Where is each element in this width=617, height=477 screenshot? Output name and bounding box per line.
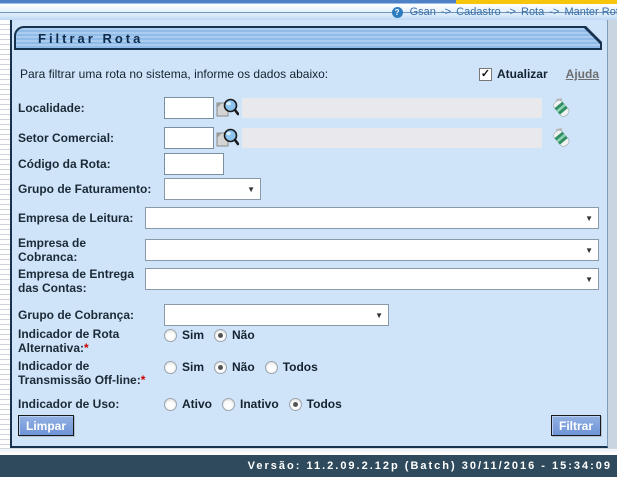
- rota-alternativa-radio-group: Sim Não: [164, 328, 255, 342]
- breadcrumb-separator: ->: [439, 6, 453, 18]
- breadcrumb-link-gsan[interactable]: Gsan: [410, 6, 436, 18]
- row-grupo-faturamento: Grupo de Faturamento: ▼: [12, 178, 607, 200]
- radio-icon[interactable]: [222, 398, 235, 411]
- grupo-faturamento-select[interactable]: ▼: [164, 178, 261, 200]
- row-localidade: Localidade:: [12, 96, 607, 120]
- row-indicador-uso: Indicador de Uso: Ativo Inativo Todos: [12, 393, 607, 415]
- rota-alternativa-option-sim[interactable]: Sim: [164, 328, 204, 342]
- limpar-button[interactable]: Limpar: [18, 415, 74, 436]
- uso-option-inativo[interactable]: Inativo: [222, 397, 279, 411]
- left-decorative-rail: [0, 20, 10, 448]
- filter-panel: Filtrar Rota Para filtrar uma rota no si…: [10, 20, 608, 448]
- setor-comercial-label: Setor Comercial:: [18, 131, 164, 145]
- empresa-leitura-label: Empresa de Leitura:: [18, 211, 145, 225]
- indicador-rota-alternativa-label: Indicador de Rota Alternativa:*: [18, 327, 164, 355]
- empresa-entrega-label: Empresa de Entrega das Contas:: [18, 267, 145, 295]
- required-asterisk: *: [84, 341, 89, 355]
- chevron-down-icon: ▼: [375, 311, 383, 320]
- magnifier-icon: [215, 97, 239, 119]
- breadcrumb-link-cadastro[interactable]: Cadastro: [456, 6, 501, 18]
- setor-comercial-search-button[interactable]: [214, 127, 240, 149]
- grupo-cobranca-label: Grupo de Cobrança:: [18, 308, 164, 322]
- setor-comercial-code-input[interactable]: [164, 127, 214, 149]
- row-empresa-cobranca: Empresa de Cobranca: ▼: [12, 235, 607, 265]
- row-indicador-rota-alternativa: Indicador de Rota Alternativa:* Sim Não: [12, 327, 607, 359]
- row-codigo-rota: Código da Rota:: [12, 152, 607, 176]
- breadcrumb: ? Gsan -> Cadastro -> Rota -> Manter Rot…: [392, 6, 617, 18]
- checkmark-icon: ✓: [481, 69, 490, 80]
- row-indicador-transmissao-offline: Indicador de Transmissão Off-line:* Sim …: [12, 359, 607, 393]
- intro-row: Para filtrar uma rota no sistema, inform…: [12, 64, 607, 84]
- radio-icon[interactable]: [214, 361, 227, 374]
- grupo-faturamento-label: Grupo de Faturamento:: [18, 182, 164, 196]
- atualizar-label: Atualizar: [497, 67, 548, 81]
- transmissao-option-nao[interactable]: Não: [214, 360, 255, 374]
- setor-comercial-description-field: [242, 128, 542, 148]
- setor-comercial-clear-button[interactable]: [550, 127, 572, 149]
- localidade-description-field: [242, 98, 542, 118]
- row-setor-comercial: Setor Comercial:: [12, 126, 607, 150]
- indicador-uso-radio-group: Ativo Inativo Todos: [164, 397, 342, 411]
- grupo-cobranca-select[interactable]: ▼: [164, 304, 389, 326]
- radio-icon[interactable]: [214, 329, 227, 342]
- required-asterisk: *: [141, 373, 146, 387]
- chevron-down-icon: ▼: [585, 214, 593, 223]
- radio-icon[interactable]: [265, 361, 278, 374]
- uso-option-todos[interactable]: Todos: [289, 397, 342, 411]
- panel-header: Filtrar Rota: [14, 26, 602, 50]
- filtrar-button[interactable]: Filtrar: [551, 415, 601, 436]
- radio-icon[interactable]: [289, 398, 302, 411]
- breadcrumb-link-manter-rota[interactable]: Manter Rota: [564, 6, 617, 18]
- ajuda-link[interactable]: Ajuda: [566, 67, 599, 81]
- row-empresa-leitura: Empresa de Leitura: ▼: [12, 203, 607, 233]
- right-decorative-rail: [608, 20, 617, 448]
- transmissao-option-todos[interactable]: Todos: [265, 360, 318, 374]
- atualizar-checkbox[interactable]: ✓: [479, 68, 492, 81]
- localidade-clear-button[interactable]: [550, 97, 572, 119]
- intro-text: Para filtrar uma rota no sistema, inform…: [20, 67, 328, 81]
- magnifier-icon: [215, 127, 239, 149]
- breadcrumb-separator: ->: [504, 6, 518, 18]
- uso-option-ativo[interactable]: Ativo: [164, 397, 212, 411]
- buttons-row: Limpar Filtrar: [12, 415, 607, 437]
- transmissao-offline-radio-group: Sim Não Todos: [164, 360, 318, 374]
- breadcrumb-link-rota[interactable]: Rota: [521, 6, 544, 18]
- radio-icon[interactable]: [164, 398, 177, 411]
- localidade-code-input[interactable]: [164, 97, 214, 119]
- chevron-down-icon: ▼: [585, 275, 593, 284]
- row-grupo-cobranca: Grupo de Cobrança: ▼: [12, 303, 607, 327]
- codigo-rota-label: Código da Rota:: [18, 157, 164, 171]
- chevron-down-icon: ▼: [247, 185, 255, 194]
- version-text: Versão: 11.2.09.2.12p (Batch) 30/11/2016…: [248, 460, 612, 472]
- empresa-leitura-select[interactable]: ▼: [145, 207, 599, 229]
- empresa-cobranca-select[interactable]: ▼: [145, 239, 599, 261]
- localidade-search-button[interactable]: [214, 97, 240, 119]
- header-corner-cut-fill: [586, 26, 602, 42]
- atualizar-checkbox-wrap[interactable]: ✓ Atualizar: [479, 67, 548, 81]
- breadcrumb-bar: ? Gsan -> Cadastro -> Rota -> Manter Rot…: [0, 4, 617, 20]
- breadcrumb-separator: ->: [547, 6, 561, 18]
- radio-icon[interactable]: [164, 329, 177, 342]
- chevron-down-icon: ▼: [585, 246, 593, 255]
- version-bar: Versão: 11.2.09.2.12p (Batch) 30/11/2016…: [0, 455, 617, 477]
- row-empresa-entrega: Empresa de Entrega das Contas: ▼: [12, 267, 607, 301]
- codigo-rota-input[interactable]: [164, 153, 224, 175]
- localidade-label: Localidade:: [18, 101, 164, 115]
- indicador-transmissao-offline-label: Indicador de Transmissão Off-line:*: [18, 359, 164, 387]
- footer-spacer: [0, 448, 617, 455]
- transmissao-option-sim[interactable]: Sim: [164, 360, 204, 374]
- eraser-icon: [550, 97, 572, 119]
- indicador-uso-label: Indicador de Uso:: [18, 397, 164, 411]
- empresa-cobranca-label: Empresa de Cobranca:: [18, 236, 145, 264]
- radio-icon[interactable]: [164, 361, 177, 374]
- rota-alternativa-option-nao[interactable]: Não: [214, 328, 255, 342]
- main-area: Filtrar Rota Para filtrar uma rota no si…: [0, 20, 617, 448]
- help-badge-icon[interactable]: ?: [392, 7, 403, 18]
- page-title: Filtrar Rota: [38, 31, 143, 46]
- empresa-entrega-select[interactable]: ▼: [145, 268, 599, 290]
- eraser-icon: [550, 127, 572, 149]
